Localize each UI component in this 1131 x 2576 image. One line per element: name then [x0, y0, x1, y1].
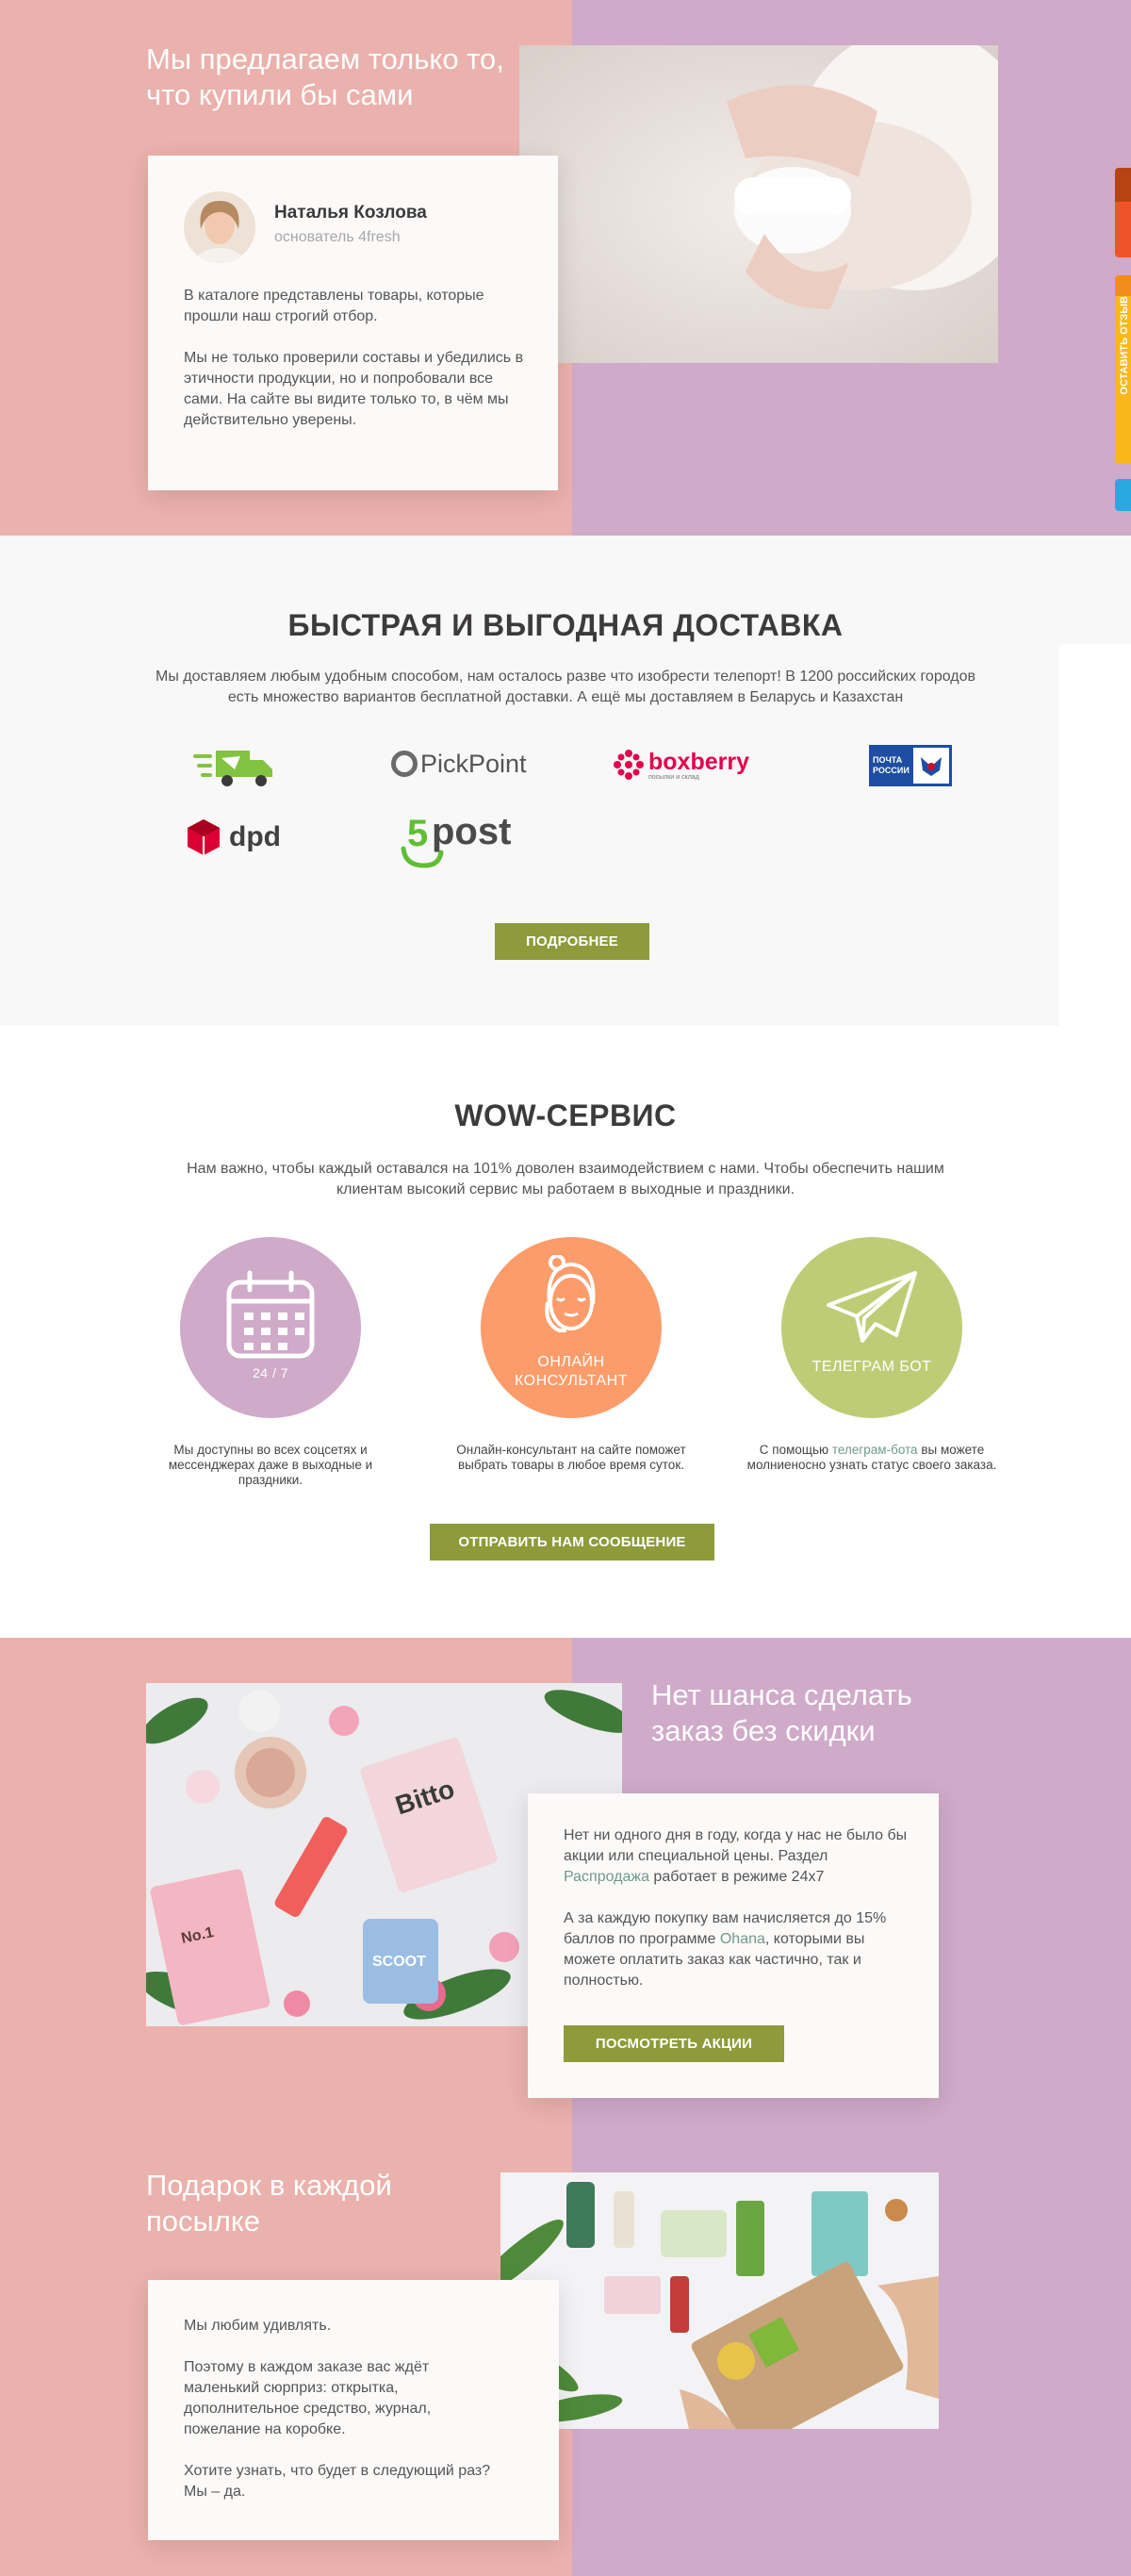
send-message-button[interactable]: ОТПРАВИТЬ НАМ СООБЩЕНИЕ: [430, 1524, 714, 1560]
delivery-lead: Мы доставляем любым удобным способом, на…: [156, 669, 975, 705]
wow-lead: Нам важно, чтобы каждый оставался на 101…: [187, 1161, 944, 1197]
side-tab-1[interactable]: [1115, 168, 1131, 257]
discount-text-2: А за каждую покупку вам начисляется до 1…: [564, 1910, 887, 1989]
discount-text-1: Нет ни одного дня в году, когда у нас не…: [564, 1827, 908, 1885]
sale-link[interactable]: Распродажа: [564, 1869, 649, 1885]
service-24-7: 24 / 7: [180, 1237, 361, 1418]
pochta-logo: ПОЧТА РОССИИ: [869, 745, 952, 786]
dpd-logo: dpd: [186, 815, 281, 860]
review-side-tab[interactable]: ОСТАВИТЬ ОТЗЫВ: [1115, 275, 1131, 464]
service-24-7-label: 24 / 7: [252, 1365, 289, 1380]
author-role: основатель 4fresh: [274, 229, 401, 245]
5post-logo: 5 post: [398, 811, 530, 869]
founder-card: Наталья Козлова основатель 4fresh В ката…: [148, 156, 558, 490]
consultant-icon: [545, 1255, 596, 1332]
view-promotions-button[interactable]: ПОСМОТРЕТЬ АКЦИИ: [564, 2025, 784, 2062]
service-telegram-bot[interactable]: ТЕЛЕГРАМ БОТ: [781, 1237, 962, 1418]
gift-title: Подарок в каждой посылке: [146, 2169, 392, 2237]
telegram-side-tab[interactable]: [1115, 479, 1131, 511]
avatar: [184, 191, 255, 263]
pickpoint-logo: PickPoint: [391, 745, 527, 783]
service-24-7-caption: Мы доступны во всех соцсетях и мессендже…: [168, 1443, 373, 1487]
wow-title: WOW-СЕРВИС: [454, 1098, 677, 1132]
gift-card: Мы любим удивлять. Поэтому в каждом зака…: [148, 2280, 559, 2540]
service-telegram-caption: С помощью телеграм-бота вы можете молние…: [746, 1443, 997, 1472]
gift-photo: [500, 2172, 939, 2429]
paper-plane-icon: [827, 1271, 917, 1343]
author-name: Наталья Козлова: [274, 203, 427, 223]
founder-text-1: В каталоге представлены товары, которые …: [184, 288, 484, 324]
gift-text-3: Хотите узнать, что будет в следующий раз…: [184, 2463, 491, 2500]
hero-title: Мы предлагаем только то, что купили бы с…: [146, 42, 504, 111]
discount-title: Нет шанса сделать заказ без скидки: [651, 1678, 912, 1747]
courier-logo: [191, 745, 276, 788]
discount-card: Нет ни одного дня в году, когда у нас не…: [528, 1793, 939, 2098]
gift-text-2: Поэтому в каждом заказе вас ждёт маленьк…: [184, 2359, 432, 2437]
founder-text-2: Мы не только проверили составы и убедили…: [184, 350, 524, 428]
svg-text:SCOOT: SCOOT: [372, 1954, 426, 1970]
ohana-link[interactable]: Ohana: [720, 1931, 765, 1947]
service-consultant-caption: Онлайн-консультант на сайте поможет выбр…: [456, 1443, 686, 1472]
delivery-more-button[interactable]: ПОДРОБНЕЕ: [495, 923, 649, 960]
delivery-title: БЫСТРАЯ И ВЫГОДНАЯ ДОСТАВКА: [287, 608, 844, 642]
boxberry-logo: boxberry посылки и склад: [613, 745, 749, 784]
service-online-consultant: ОНЛАЙН КОНСУЛЬТАНТ: [481, 1237, 662, 1418]
hero-photo: [519, 45, 998, 363]
calendar-icon: [226, 1270, 315, 1359]
telegram-bot-link[interactable]: телеграм-бота: [832, 1443, 918, 1457]
gift-text-1: Мы любим удивлять.: [184, 2318, 332, 2334]
